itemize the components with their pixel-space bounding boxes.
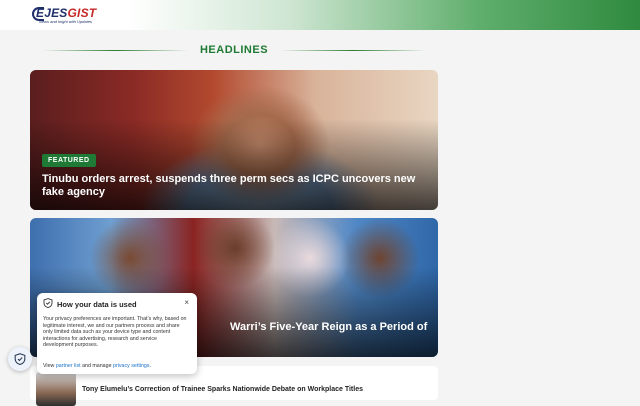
logo-accent-text: GIST bbox=[67, 6, 97, 20]
footer-text: View bbox=[43, 363, 56, 369]
site-header: EJESGIST News and Inight with Updates bbox=[0, 0, 640, 30]
article-title[interactable]: Warri’s Five-Year Reign as a Period of bbox=[230, 321, 430, 334]
privacy-popup: How your data is used × Your privacy pre… bbox=[37, 293, 197, 374]
privacy-body-text: Your privacy preferences are important. … bbox=[43, 316, 187, 349]
privacy-heading: How your data is used bbox=[57, 300, 137, 309]
privacy-footer: View partner list and manage privacy set… bbox=[43, 363, 151, 369]
featured-badge: FEATURED bbox=[42, 154, 96, 167]
featured-article-card[interactable]: FEATURED Tinubu orders arrest, suspends … bbox=[30, 70, 438, 210]
footer-text: . bbox=[149, 363, 151, 369]
list-item-title[interactable]: Tony Elumelu’s Correction of Trainee Spa… bbox=[82, 386, 363, 393]
shield-icon bbox=[43, 298, 53, 308]
privacy-settings-button[interactable] bbox=[8, 347, 32, 371]
site-logo[interactable]: EJESGIST News and Inight with Updates bbox=[32, 5, 102, 27]
divider bbox=[280, 49, 426, 51]
article-thumbnail[interactable] bbox=[36, 372, 76, 406]
logo-tagline: News and Inight with Updates bbox=[39, 19, 92, 24]
headlines-header: HEADLINES bbox=[30, 40, 438, 60]
shield-check-icon bbox=[14, 353, 26, 365]
close-icon[interactable]: × bbox=[184, 298, 189, 307]
featured-article-title[interactable]: Tinubu orders arrest, suspends three per… bbox=[42, 173, 432, 199]
divider bbox=[42, 49, 188, 51]
partner-list-link[interactable]: partner list bbox=[56, 363, 81, 369]
privacy-settings-link[interactable]: privacy settings bbox=[113, 363, 150, 369]
logo-main-text: EJES bbox=[36, 6, 68, 20]
footer-text: and manage bbox=[80, 363, 113, 369]
section-title: HEADLINES bbox=[199, 44, 269, 56]
